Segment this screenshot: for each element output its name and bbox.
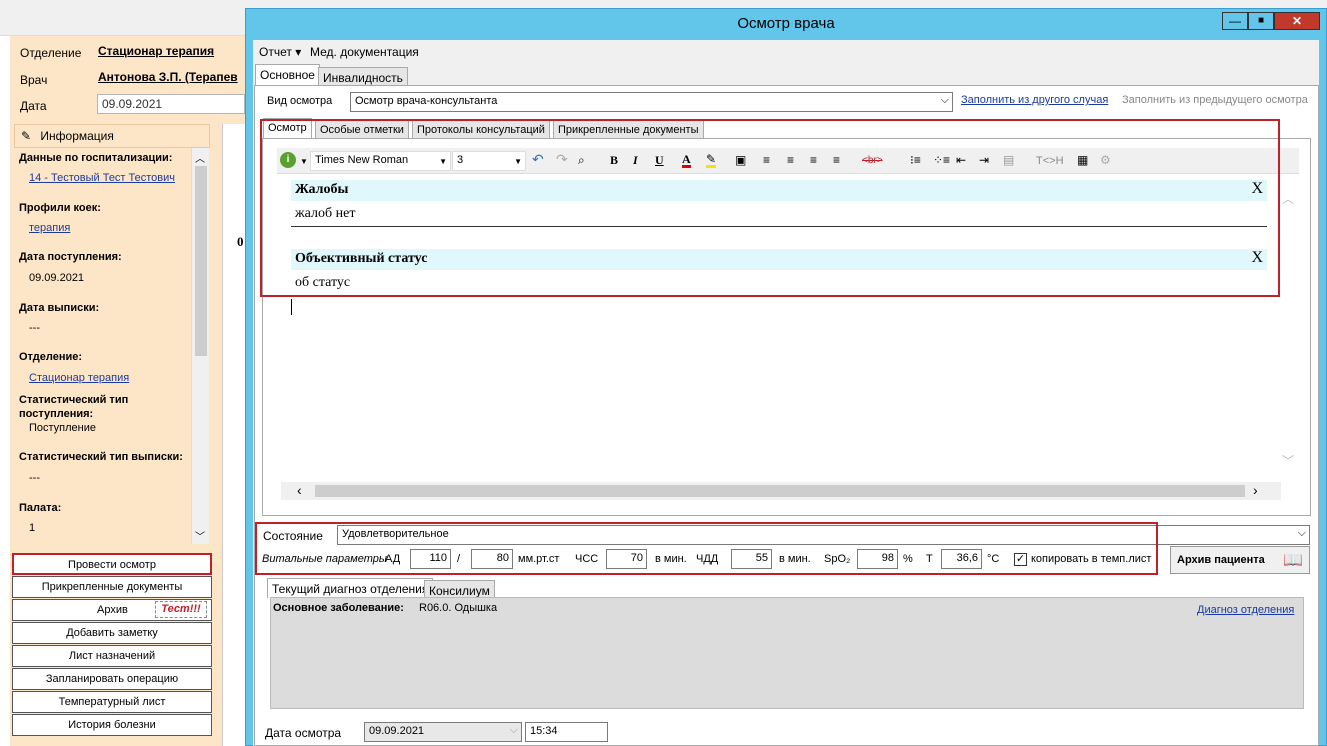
exam-type-label: Вид осмотра xyxy=(267,95,333,107)
book-icon: 📖 xyxy=(1283,552,1303,569)
scroll-left-icon[interactable]: ‹ xyxy=(297,482,302,498)
highlight-box-vitals xyxy=(255,522,1158,575)
patient-archive-button[interactable]: Архив пациента 📖 xyxy=(1170,546,1310,574)
dept-value[interactable]: Стационар терапия xyxy=(98,44,244,58)
close-icon[interactable]: ✕ xyxy=(1274,12,1320,30)
dialog-title: Осмотр врача xyxy=(737,15,835,32)
stat-in-value: Поступление xyxy=(29,422,97,434)
diagnosis-label: Основное заболевание: xyxy=(273,602,404,614)
exam-date-value: 09.09.2021 xyxy=(369,725,425,737)
fill-prev-link: Заполнить из предыдущего осмотра xyxy=(1122,94,1308,106)
admit-heading: Дата поступления: xyxy=(19,251,122,263)
doctor-label: Врач xyxy=(20,73,48,87)
diagnosis-panel: Основное заболевание: R06.0. Одышка Диаг… xyxy=(270,597,1304,709)
content-scroll-up-icon[interactable]: ︿ xyxy=(1282,190,1294,207)
date-label: Дата xyxy=(20,99,47,113)
patient-archive-label: Архив пациента xyxy=(1177,554,1265,566)
exam-type-value: Осмотр врача-консультанта xyxy=(355,95,498,107)
info-scrollbar[interactable]: ︿ ﹀ xyxy=(191,148,209,544)
stat-in-heading: Статистический тип поступления: xyxy=(19,394,129,420)
archive-button[interactable]: Архив Тест!!! xyxy=(12,599,212,621)
state-chevron-icon: ⌵ xyxy=(1297,527,1306,539)
fill-other-link[interactable]: Заполнить из другого случая xyxy=(961,94,1108,106)
mid-fragment: 0 xyxy=(237,234,244,249)
hscroll-thumb[interactable] xyxy=(315,485,1245,497)
stat-out-heading: Статистический тип выписки: xyxy=(19,451,183,463)
info-header[interactable]: ✎ Информация xyxy=(14,124,210,148)
medical-history-button[interactable]: История болезни xyxy=(12,714,212,736)
plan-surgery-button[interactable]: Запланировать операцию xyxy=(12,668,212,690)
diagnosis-value: R06.0. Одышка xyxy=(419,602,498,614)
attached-docs-button[interactable]: Прикрепленные документы xyxy=(12,576,212,598)
exam-date-input[interactable]: 09.09.2021 ⌵ xyxy=(364,722,522,742)
text-cursor xyxy=(291,299,292,315)
add-note-button[interactable]: Добавить заметку xyxy=(12,622,212,644)
doctor-value[interactable]: Антонова З.П. (Терапев xyxy=(98,70,244,84)
hosp-value[interactable]: 14 - Тестовый Тест Тестович xyxy=(29,172,175,184)
background-middle: 0 xyxy=(222,124,246,746)
exam-type-select[interactable]: Осмотр врача-консультанта ⌵ xyxy=(350,92,953,112)
date-chevron-icon: ⌵ xyxy=(509,724,518,736)
temperature-sheet-button[interactable]: Температурный лист xyxy=(12,691,212,713)
beds-value[interactable]: терапия xyxy=(29,222,70,234)
minimize-icon[interactable]: — xyxy=(1222,12,1248,30)
disch-value: --- xyxy=(29,322,40,334)
dept-label: Отделение xyxy=(20,46,82,60)
hosp-heading: Данные по госпитализации: xyxy=(19,152,173,164)
exam-date-label: Дата осмотра xyxy=(265,726,342,740)
exam-time-input[interactable]: 15:34 xyxy=(525,722,608,742)
menu-report[interactable]: Отчет ▾ xyxy=(259,45,301,59)
scroll-up-icon[interactable]: ︿ xyxy=(195,150,205,165)
chevron-down-icon: ⌵ xyxy=(940,94,949,106)
tab-main[interactable]: Основное xyxy=(255,64,320,86)
dept-diagnosis-link[interactable]: Диагноз отделения xyxy=(1197,604,1294,616)
scroll-right-icon[interactable]: › xyxy=(1253,482,1258,498)
archive-label: Архив xyxy=(97,604,128,616)
prescriptions-button[interactable]: Лист назначений xyxy=(12,645,212,667)
tab-disability[interactable]: Инвалидность xyxy=(318,67,408,87)
horizontal-scrollbar[interactable]: ‹ › xyxy=(281,482,1281,500)
beds-heading: Профили коек: xyxy=(19,202,101,214)
ward-heading: Палата: xyxy=(19,502,62,514)
info-title: Информация xyxy=(40,129,114,143)
content-scroll-down-icon[interactable]: ﹀ xyxy=(1282,452,1294,469)
scroll-down-icon[interactable]: ﹀ xyxy=(195,528,205,543)
dept-info-value[interactable]: Стационар терапия xyxy=(29,372,129,384)
maximize-icon[interactable]: ■ xyxy=(1248,12,1274,30)
info-panel: Данные по госпитализации: 14 - Тестовый … xyxy=(14,148,210,544)
menu-med-docs[interactable]: Мед. документация xyxy=(310,45,419,59)
date-input[interactable]: 09.09.2021 xyxy=(97,94,245,114)
conduct-exam-button[interactable]: Провести осмотр xyxy=(12,553,212,575)
test-badge: Тест!!! xyxy=(155,601,207,618)
ward-value: 1 xyxy=(29,522,36,534)
edit-icon: ✎ xyxy=(21,129,32,143)
stat-out-value: --- xyxy=(29,472,40,484)
highlight-box-exam xyxy=(260,119,1280,297)
dept-heading: Отделение: xyxy=(19,351,83,363)
disch-heading: Дата выписки: xyxy=(19,302,100,314)
tab-current-diagnosis[interactable]: Текущий диагноз отделения xyxy=(267,578,434,598)
admit-value: 09.09.2021 xyxy=(29,272,85,284)
scroll-thumb[interactable] xyxy=(195,166,207,356)
